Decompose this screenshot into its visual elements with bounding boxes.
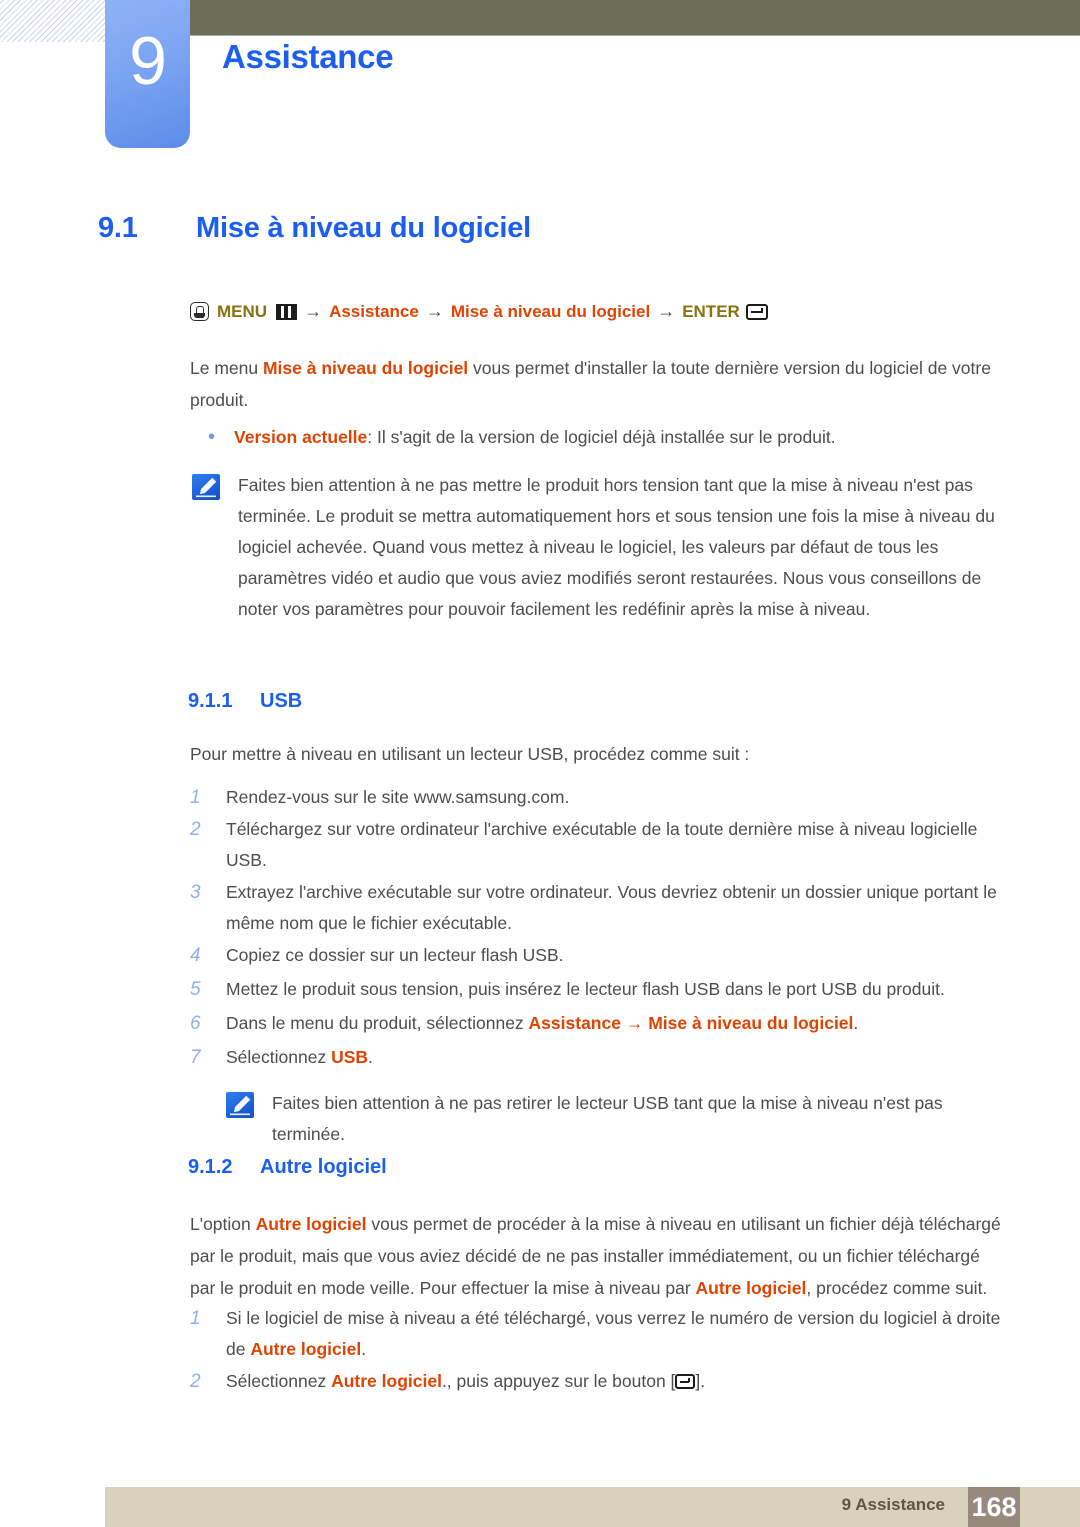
bullet-version-actuelle: • Version actuelle: Il s'agit de la vers… [208, 422, 1008, 452]
section-heading: 9.1 Mise à niveau du logiciel [98, 212, 531, 245]
bullet-content: Version actuelle: Il s'agit de la versio… [234, 422, 836, 452]
breadcrumb-item-assistance: Assistance [329, 301, 419, 321]
step-text: Mettez le produit sous tension, puis ins… [226, 979, 945, 999]
enter-key-icon [675, 1374, 696, 1389]
note-pen-icon [226, 1092, 254, 1118]
step-tail: . [853, 1013, 859, 1033]
step-keyword-1: Autre logiciel [331, 1371, 442, 1391]
step-tail: . [361, 1339, 367, 1359]
menu-grid-icon [276, 303, 298, 320]
hand-press-icon [190, 302, 209, 321]
step-text: Dans le menu du produit, sélectionnez [226, 1013, 529, 1033]
note-pen-icon [192, 474, 220, 500]
step-mid: ., puis appuyez sur le bouton [ [441, 1371, 676, 1391]
step-keyword-2: Mise à niveau du logiciel [648, 1013, 854, 1033]
step-number: 2 [190, 1371, 201, 1392]
intro-keyword: Mise à niveau du logiciel [262, 358, 469, 378]
breadcrumb-item-mise-a-niveau: Mise à niveau du logiciel [450, 301, 651, 321]
section-title: Mise à niveau du logiciel [196, 212, 532, 244]
step-text-group: Sélectionnez Autre logiciel., puis appuy… [226, 1366, 705, 1397]
header-hatch-decoration [0, 0, 108, 42]
step-tail: ]. [695, 1371, 706, 1391]
step-tail: . [368, 1047, 373, 1067]
note-2-text: Faites bien attention à ne pas retirer l… [272, 1093, 943, 1144]
chapter-title: Assistance [222, 38, 394, 75]
breadcrumb-menu-label: MENU [217, 301, 268, 321]
autre-text-3: , procédez comme suit. [806, 1278, 988, 1298]
autre-paragraph: L'option Autre logiciel vous permet de p… [190, 1208, 1005, 1304]
menu-breadcrumb: MENU → Assistance → Mise à niveau du log… [190, 301, 768, 322]
step-text-group: Dans le menu du produit, sélectionnez As… [226, 1008, 858, 1039]
header-brown-bar [190, 0, 1080, 36]
step-number: 7 [190, 1047, 201, 1068]
step-keyword-1: Autre logiciel [250, 1339, 362, 1359]
subsection-title-autre: Autre logiciel [260, 1156, 387, 1178]
step-text: Sélectionnez [226, 1371, 332, 1391]
usb-step-6: 6 Dans le menu du produit, sélectionnez … [190, 1008, 1005, 1039]
breadcrumb-arrow-3: → [657, 301, 676, 321]
note-1-text: Faites bien attention à ne pas mettre le… [238, 475, 995, 619]
step-number: 2 [190, 819, 201, 840]
note-box-2: Faites bien attention à ne pas retirer l… [226, 1088, 1016, 1150]
bullet-marker: • [208, 426, 216, 448]
subsection-heading-autre: 9.1.2 Autre logiciel [188, 1156, 387, 1179]
step-text: Extrayez l'archive exécutable sur votre … [226, 882, 997, 933]
autre-step-2: 2 Sélectionnez Autre logiciel., puis app… [190, 1366, 1005, 1397]
usb-intro-text: Pour mettre à niveau en utilisant un lec… [190, 744, 750, 764]
step-text: Téléchargez sur votre ordinateur l'archi… [226, 819, 978, 870]
subsection-number-autre: 9.1.2 [188, 1156, 233, 1178]
footer-page-number: 168 [968, 1487, 1020, 1527]
step-text: Sélectionnez [226, 1047, 332, 1067]
subsection-number-usb: 9.1.1 [188, 690, 233, 712]
step-number: 5 [190, 979, 201, 1000]
intro-text-before: Le menu [190, 358, 263, 378]
step-number: 3 [190, 882, 201, 903]
usb-step-5: 5 Mettez le produit sous tension, puis i… [190, 974, 1005, 1005]
step-number: 1 [190, 1308, 201, 1329]
step-text-group: Sélectionnez USB. [226, 1042, 373, 1073]
usb-step-3: 3 Extrayez l'archive exécutable sur votr… [190, 877, 1005, 939]
autre-keyword-1: Autre logiciel [255, 1214, 367, 1234]
autre-text-1: L'option [190, 1214, 256, 1234]
step-number: 6 [190, 1013, 201, 1034]
note-box-1: Faites bien attention à ne pas mettre le… [192, 470, 1007, 625]
footer-chapter-label: 9 Assistance [841, 1495, 945, 1514]
intro-paragraph: Le menu Mise à niveau du logiciel vous p… [190, 352, 1005, 416]
bullet-text: : Il s'agit de la version de logiciel dé… [367, 427, 836, 447]
step-number: 4 [190, 945, 201, 966]
breadcrumb-arrow-2: → [425, 301, 444, 321]
autre-keyword-2: Autre logiciel [695, 1278, 807, 1298]
usb-step-1: 1 Rendez-vous sur le site www.samsung.co… [190, 782, 1005, 813]
usb-step-4: 4 Copiez ce dossier sur un lecteur flash… [190, 940, 1005, 971]
subsection-heading-usb: 9.1.1 USB [188, 690, 302, 713]
step-text: Copiez ce dossier sur un lecteur flash U… [226, 945, 564, 965]
step-keyword-1: Assistance [528, 1013, 621, 1033]
section-number: 9.1 [98, 212, 138, 244]
step-number: 1 [190, 787, 201, 808]
step-text: Rendez-vous sur le site www.samsung.com. [226, 787, 570, 807]
step-arrow: → [620, 1013, 649, 1033]
bullet-keyword: Version actuelle [234, 427, 368, 447]
subsection-title-usb: USB [260, 690, 303, 712]
chapter-number: 9 [129, 23, 167, 99]
usb-step-2: 2 Téléchargez sur votre ordinateur l'arc… [190, 814, 1005, 876]
enter-key-icon [745, 303, 768, 320]
usb-step-7: 7 Sélectionnez USB. [190, 1042, 1005, 1073]
step-text-group: Si le logiciel de mise à niveau a été té… [226, 1303, 1005, 1365]
step-keyword-1: USB [331, 1047, 369, 1067]
autre-step-1: 1 Si le logiciel de mise à niveau a été … [190, 1303, 1005, 1365]
breadcrumb-arrow-1: → [304, 301, 323, 321]
breadcrumb-enter-label: ENTER [682, 301, 740, 321]
